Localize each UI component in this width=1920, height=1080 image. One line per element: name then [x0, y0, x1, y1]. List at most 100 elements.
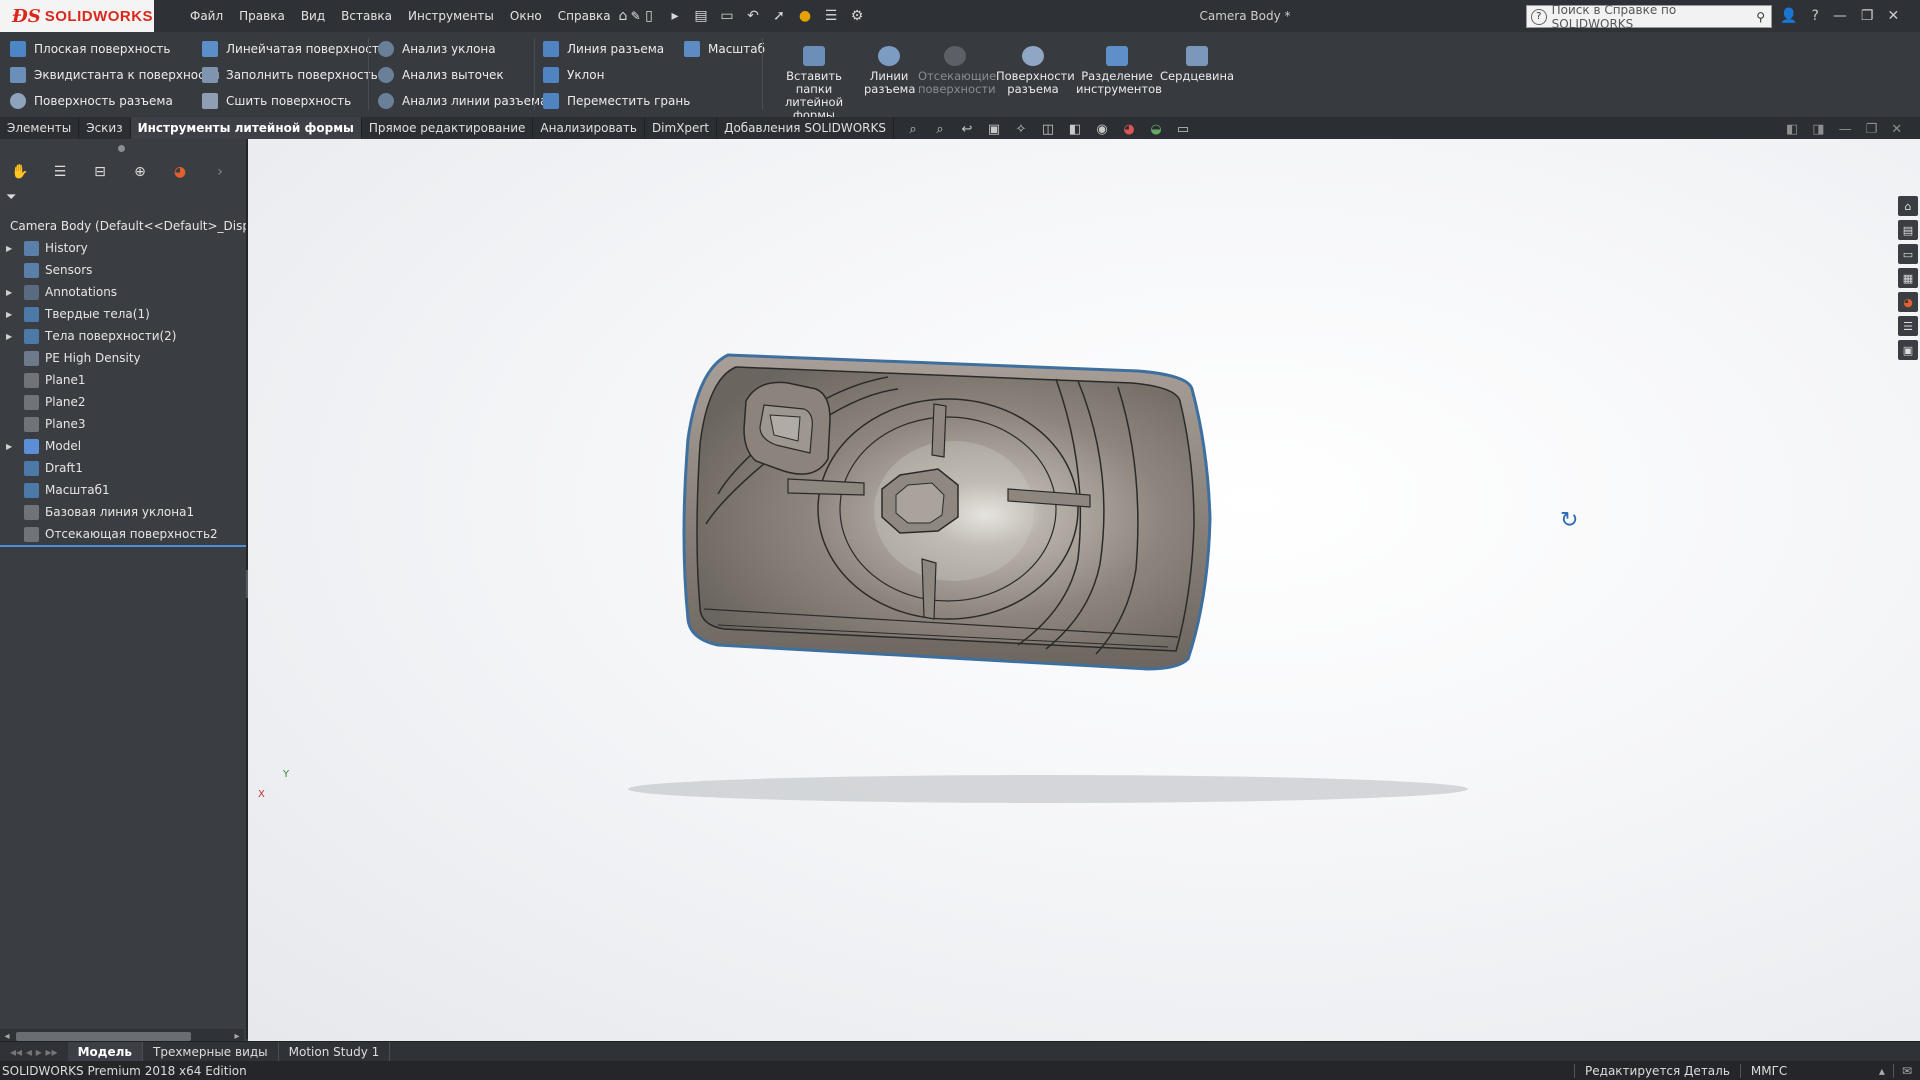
- home-icon[interactable]: ⌂: [614, 7, 632, 25]
- insert-mold-folders-button[interactable]: Вставить папки литейной формы: [770, 46, 858, 122]
- viewport-restore-icon[interactable]: ◧: [1786, 122, 1798, 137]
- solidworks-resources-icon[interactable]: ⌂: [1898, 196, 1918, 216]
- viewport-minimize-icon[interactable]: —: [1839, 122, 1852, 137]
- tree-root-part[interactable]: Camera Body (Default<<Default>_Displa: [0, 215, 246, 237]
- graphics-area[interactable]: X Y: [248, 139, 1920, 1041]
- tab-features[interactable]: Элементы: [0, 117, 80, 139]
- custom-properties-icon[interactable]: ☰: [1898, 316, 1918, 336]
- shut-off-surfaces-button[interactable]: Отсекающие поверхности: [918, 46, 996, 96]
- expand-arrow-icon[interactable]: ▶: [6, 310, 16, 319]
- new-document-icon[interactable]: ▯: [640, 7, 658, 25]
- core-button[interactable]: Сердцевина: [1160, 46, 1234, 83]
- print-icon[interactable]: ▤: [692, 7, 710, 25]
- tab-sketch[interactable]: Эскиз: [79, 117, 131, 139]
- menu-file[interactable]: Файл: [182, 9, 231, 23]
- help-icon[interactable]: ?: [1811, 8, 1818, 24]
- menu-insert[interactable]: Вставка: [333, 9, 400, 23]
- propertymanager-tab-icon[interactable]: ☰: [40, 159, 80, 185]
- scroll-thumb[interactable]: [16, 1032, 191, 1041]
- expand-arrow-icon[interactable]: ▶: [6, 442, 16, 451]
- tab-model[interactable]: Модель: [67, 1042, 143, 1062]
- menu-help[interactable]: Справка: [550, 9, 619, 23]
- parting-surface-button[interactable]: Поверхность разъема: [10, 93, 173, 109]
- restore-icon[interactable]: ❐: [1861, 8, 1874, 24]
- tab-addins[interactable]: Добавления SOLIDWORKS: [717, 117, 894, 139]
- expand-arrow-icon[interactable]: ▶: [6, 288, 16, 297]
- planar-surface-button[interactable]: Плоская поверхность: [10, 41, 170, 57]
- dimxpertmanager-tab-icon[interactable]: ⊕: [120, 159, 160, 185]
- edit-appearance-icon[interactable]: ◕: [1120, 122, 1138, 138]
- section-view-icon[interactable]: ▣: [985, 122, 1003, 138]
- undercut-analysis-button[interactable]: Анализ выточек: [378, 67, 504, 83]
- display-style-icon[interactable]: ◧: [1066, 122, 1084, 138]
- minimize-icon[interactable]: —: [1833, 8, 1847, 24]
- close-icon[interactable]: ✕: [1887, 8, 1899, 24]
- offset-surface-button[interactable]: Эквидистанта к поверхности: [10, 67, 220, 83]
- ruled-surface-button[interactable]: Линейчатая поверхность: [202, 41, 386, 57]
- units-label[interactable]: ММГС: [1739, 1063, 1871, 1078]
- tree-item[interactable]: ▶Plane3: [0, 413, 246, 435]
- design-library-icon[interactable]: ▤: [1898, 220, 1918, 240]
- tree-item[interactable]: ▶Базовая линия уклона1: [0, 501, 246, 523]
- tab-direct-editing[interactable]: Прямое редактирование: [362, 117, 534, 139]
- tab-motion-study[interactable]: Motion Study 1: [279, 1042, 391, 1062]
- appearances-icon[interactable]: ◕: [1898, 292, 1918, 312]
- save-icon[interactable]: ▭: [718, 7, 736, 25]
- apply-scene-icon[interactable]: ◒: [1147, 122, 1165, 138]
- dynamic-annotation-icon[interactable]: ✧: [1012, 122, 1030, 138]
- help-search-input[interactable]: ? Поиск в Справке по SOLIDWORKS ⚲: [1526, 3, 1772, 31]
- parting-surfaces-button[interactable]: Поверхности разъема: [996, 46, 1075, 96]
- tree-item[interactable]: ▶ History: [0, 237, 246, 259]
- tab-evaluate[interactable]: Анализировать: [533, 117, 645, 139]
- viewport-tile-icon[interactable]: ◨: [1812, 122, 1824, 137]
- file-properties-icon[interactable]: ☰: [822, 7, 840, 25]
- open-icon[interactable]: ▸: [666, 7, 684, 25]
- tree-filter[interactable]: ⏷: [0, 187, 246, 207]
- expand-panel-chevron-icon[interactable]: ›: [200, 159, 240, 185]
- units-dropdown-icon[interactable]: ▴: [1871, 1064, 1893, 1078]
- expand-arrow-icon[interactable]: ▶: [6, 332, 16, 341]
- viewport-close-icon[interactable]: ✕: [1891, 122, 1902, 137]
- notifications-icon[interactable]: ✉: [1892, 1063, 1920, 1078]
- draft-analysis-button[interactable]: Анализ уклона: [378, 41, 496, 57]
- tab-dimxpert[interactable]: DimXpert: [645, 117, 718, 139]
- expand-arrow-icon[interactable]: ▶: [6, 244, 16, 253]
- search-icon[interactable]: ⚲: [1756, 10, 1765, 24]
- move-face-button[interactable]: Переместить грань: [543, 93, 690, 109]
- solidworks-logo[interactable]: ƉS SOLIDWORKS: [0, 0, 154, 32]
- tree-item[interactable]: ▶Draft1: [0, 457, 246, 479]
- zoom-to-area-icon[interactable]: ⌕: [931, 122, 949, 138]
- forum-icon[interactable]: ▣: [1898, 340, 1918, 360]
- view-settings-icon[interactable]: ▭: [1174, 122, 1192, 138]
- draft-button[interactable]: Уклон: [543, 67, 604, 83]
- viewport-maximize-icon[interactable]: ❐: [1866, 122, 1878, 137]
- featuremanager-tab-icon[interactable]: ✋: [0, 159, 40, 185]
- menu-edit[interactable]: Правка: [231, 9, 293, 23]
- tree-item[interactable]: ▶ Тела поверхности(2): [0, 325, 246, 347]
- tree-item[interactable]: ▶Отсекающая поверхность2: [0, 523, 246, 547]
- tree-item[interactable]: ▶ Твердые тела(1): [0, 303, 246, 325]
- hide-show-icon[interactable]: ◉: [1093, 122, 1111, 138]
- options-gear-icon[interactable]: ⚙: [848, 7, 866, 25]
- tab-nav-arrows-icon[interactable]: ◂◂ ◂ ▸ ▸▸: [0, 1042, 68, 1062]
- menu-tools[interactable]: Инструменты: [400, 9, 502, 23]
- file-explorer-icon[interactable]: ▭: [1898, 244, 1918, 264]
- fill-surface-button[interactable]: Заполнить поверхность: [202, 67, 378, 83]
- configurationmanager-tab-icon[interactable]: ⊟: [80, 159, 120, 185]
- tab-3d-views[interactable]: Трехмерные виды: [143, 1042, 279, 1062]
- parting-lines-button[interactable]: Линии разъема: [864, 46, 915, 96]
- split-line-button[interactable]: Линия разъема: [543, 41, 664, 57]
- zoom-to-fit-icon[interactable]: ⌕: [904, 122, 922, 138]
- tree-item[interactable]: ▶Sensors: [0, 259, 246, 281]
- tree-item[interactable]: ▶PE High Density: [0, 347, 246, 369]
- user-icon[interactable]: 👤: [1780, 8, 1797, 24]
- view-palette-icon[interactable]: ▦: [1898, 268, 1918, 288]
- tab-mold-tools[interactable]: Инструменты литейной формы: [130, 117, 362, 139]
- scale-button[interactable]: Масштаб: [684, 41, 765, 57]
- camera-body-model[interactable]: [248, 139, 1920, 1041]
- tooling-split-button[interactable]: Разделение инструментов: [1076, 46, 1162, 96]
- rebuild-icon[interactable]: ●: [796, 7, 814, 25]
- displaymanager-tab-icon[interactable]: ◕: [160, 159, 200, 185]
- menu-view[interactable]: Вид: [293, 9, 333, 23]
- view-orientation-icon[interactable]: ◫: [1039, 122, 1057, 138]
